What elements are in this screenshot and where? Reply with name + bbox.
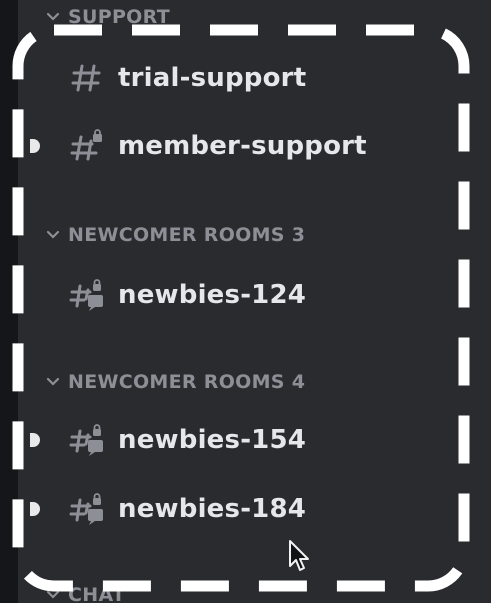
category-chat[interactable]: CHAT [44,580,125,603]
locked-thread-icon [69,424,103,456]
channel-name: newbies-154 [118,425,307,455]
locked-hash-icon [70,129,102,161]
category-label: SUPPORT [68,6,170,28]
chevron-down-icon [46,377,60,386]
chevron-down-icon [46,230,60,239]
category-label: NEWCOMER ROOMS 4 [68,371,306,393]
category-label: NEWCOMER ROOMS 3 [68,224,306,246]
channel-newbies-154[interactable]: newbies-154 [68,418,306,462]
chevron-down-icon [46,590,60,599]
channel-name: trial-support [118,63,307,93]
channel-sidebar: SUPPORT trial-support member-support NEW… [18,0,491,603]
locked-thread-icon [69,493,103,525]
unread-indicator [30,139,40,153]
category-support[interactable]: SUPPORT [44,2,170,32]
channel-name: member-support [118,131,367,161]
category-label: CHAT [68,584,126,603]
locked-thread-icon [69,279,103,311]
channel-member-support[interactable]: member-support [68,124,367,168]
unread-indicator [30,433,40,447]
channel-newbies-184[interactable]: newbies-184 [68,487,306,531]
category-newcomer-rooms-3[interactable]: NEWCOMER ROOMS 3 [44,220,305,250]
channel-name: newbies-124 [118,280,307,310]
unread-indicator [30,502,40,516]
channel-name: newbies-184 [118,494,307,524]
chevron-down-icon [46,12,60,21]
mouse-cursor-icon [289,540,309,571]
channel-trial-support[interactable]: trial-support [68,56,306,100]
server-list-edge [0,0,18,603]
channel-newbies-124[interactable]: newbies-124 [68,273,306,317]
category-newcomer-rooms-4[interactable]: NEWCOMER ROOMS 4 [44,367,305,397]
hash-icon [71,64,101,92]
